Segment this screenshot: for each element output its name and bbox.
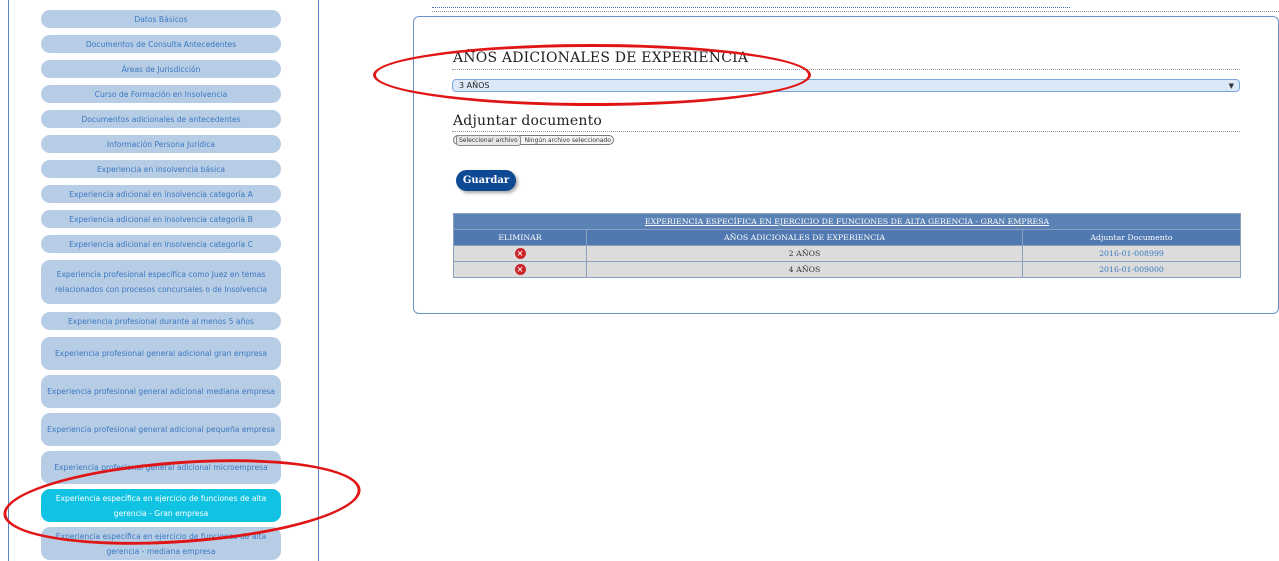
table-row: × 2 AÑOS 2016-01-008999 — [453, 245, 1241, 262]
document-link[interactable]: 2016-01-008999 — [1022, 245, 1241, 262]
table-row: × 4 AÑOS 2016-01-009000 — [453, 261, 1241, 278]
column-header-documento: Adjuntar Documento — [1022, 229, 1241, 246]
save-button[interactable]: Guardar — [456, 170, 516, 191]
sidebar-item-gran-empresa[interactable]: Experiencia profesional general adiciona… — [41, 337, 281, 370]
sidebar-item-juez-concursales[interactable]: Experiencia profesional específica como … — [41, 260, 281, 304]
years-label-divider — [452, 69, 1240, 70]
choose-file-button[interactable]: Seleccionar archivo — [456, 134, 521, 146]
years-select[interactable]: 3 AÑOS ▼ — [452, 79, 1240, 92]
sidebar-item-experiencia-basica[interactable]: Experiencia en insolvencia básica — [41, 160, 281, 178]
sidebar-item-datos-basicos[interactable]: Datos Básicos — [41, 10, 281, 28]
file-input[interactable]: Seleccionar archivo Ningún archivo selec… — [453, 134, 614, 146]
delete-icon[interactable]: × — [514, 264, 526, 275]
sidebar-item-microempresa[interactable]: Experiencia profesional general adiciona… — [41, 451, 281, 484]
years-label: AÑOS ADICIONALES DE EXPERIENCIA — [453, 50, 749, 66]
attach-label: Adjuntar documento — [453, 113, 603, 129]
table-caption: EXPERIENCIA ESPECÍFICA EN EJERCICIO DE F… — [453, 213, 1241, 230]
sidebar-item-curso-formacion[interactable]: Curso de Formación en Insolvencia — [41, 85, 281, 103]
delete-cell: × — [453, 261, 587, 278]
delete-cell: × — [453, 245, 587, 262]
column-header-anos: AÑOS ADICIONALES DE EXPERIENCIA — [586, 229, 1023, 246]
top-divider-dotted — [432, 3, 1070, 8]
sidebar-item-categoria-a[interactable]: Experiencia adicional en insolvencia cat… — [41, 185, 281, 203]
sidebar-item-mediana-empresa[interactable]: Experiencia profesional general adiciona… — [41, 375, 281, 408]
sidebar-item-categoria-c[interactable]: Experiencia adicional en insolvencia cat… — [41, 235, 281, 253]
sidebar-item-alta-gerencia-mediana-empresa[interactable]: Experiencia específica en ejercicio de f… — [41, 527, 281, 560]
sidebar: Datos Básicos Documentos de Consulta Ant… — [8, 0, 319, 561]
years-select-value: 3 AÑOS — [459, 81, 490, 90]
experience-table: EXPERIENCIA ESPECÍFICA EN EJERCICIO DE F… — [453, 213, 1241, 278]
years-cell: 2 AÑOS — [586, 245, 1023, 262]
delete-icon[interactable]: × — [514, 248, 526, 259]
sidebar-item-documentos-adicionales[interactable]: Documentos adicionales de antecedentes — [41, 110, 281, 128]
chevron-down-icon: ▼ — [1228, 82, 1234, 90]
years-cell: 4 AÑOS — [586, 261, 1023, 278]
column-header-eliminar: ELIMINAR — [453, 229, 587, 246]
sidebar-item-categoria-b[interactable]: Experiencia adicional en insolvencia cat… — [41, 210, 281, 228]
sidebar-item-areas-jurisdiccion[interactable]: Áreas de Jurisdicción — [41, 60, 281, 78]
document-link[interactable]: 2016-01-009000 — [1022, 261, 1241, 278]
sidebar-nav: Datos Básicos Documentos de Consulta Ant… — [9, 0, 318, 561]
sidebar-item-alta-gerencia-gran-empresa[interactable]: Experiencia específica en ejercicio de f… — [41, 489, 281, 522]
attach-label-divider — [452, 131, 1240, 132]
sidebar-item-pequena-empresa[interactable]: Experiencia profesional general adiciona… — [41, 413, 281, 446]
sidebar-item-informacion-persona-juridica[interactable]: Información Persona Jurídica — [41, 135, 281, 153]
file-status: Ningún archivo seleccionado — [524, 136, 611, 144]
top-divider — [432, 11, 1279, 12]
sidebar-item-profesional-5-anos[interactable]: Experiencia profesional durante al menos… — [41, 312, 281, 330]
sidebar-item-documentos-consulta[interactable]: Documentos de Consulta Antecedentes — [41, 35, 281, 53]
